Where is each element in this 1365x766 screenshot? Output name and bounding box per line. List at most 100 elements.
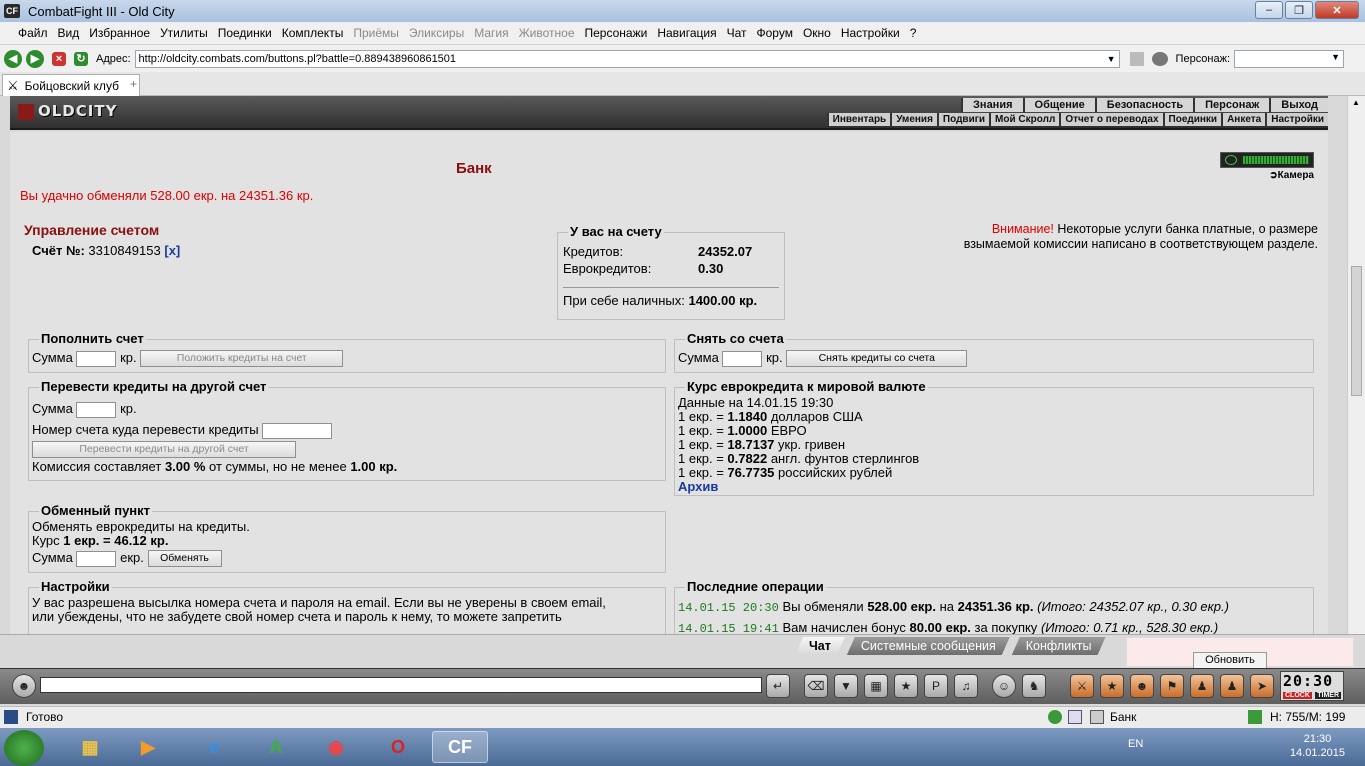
top-link[interactable]: Знания [961, 98, 1023, 112]
menu-item[interactable]: Настройки [841, 26, 900, 40]
opera-icon[interactable]: O [370, 731, 426, 763]
window-controls: – ❐ ✕ [1255, 1, 1359, 19]
tray-clock[interactable]: 21:30 14.01.2015 [1290, 732, 1345, 760]
menu-item[interactable]: Файл [18, 26, 48, 40]
sub-link[interactable]: Настройки [1265, 113, 1328, 126]
status-doc-icon[interactable] [1090, 710, 1104, 724]
scroll-up-icon[interactable]: ▲ [1352, 98, 1360, 107]
refresh-icon[interactable]: ↻ [74, 51, 88, 66]
account-close-link[interactable]: [x] [164, 243, 180, 258]
pl-icon[interactable]: P [924, 674, 948, 698]
bag-icon[interactable]: ★ [1100, 674, 1124, 698]
map-icon[interactable]: ⚑ [1160, 674, 1184, 698]
top-link[interactable]: Выход [1269, 98, 1328, 112]
transfer-sum-input[interactable] [76, 401, 117, 418]
chat-head-icon[interactable]: ☻ [12, 674, 36, 698]
status-refresh-icon[interactable] [1248, 710, 1262, 724]
chat-tab[interactable]: Системные сообщения [847, 637, 1010, 655]
menu-item[interactable]: Утилиты [160, 26, 208, 40]
a-app-icon[interactable]: A [248, 731, 304, 763]
save-icon[interactable]: ▦ [864, 674, 888, 698]
combatfight-icon[interactable]: CF [432, 731, 488, 763]
camera-widget[interactable]: ➲Камера [1220, 152, 1314, 181]
horse-icon[interactable]: ♞ [1022, 674, 1046, 698]
mask-icon[interactable]: ☻ [1130, 674, 1154, 698]
transfer-target-input[interactable] [262, 422, 333, 439]
transfer-button[interactable]: Перевести кредиты на другой счет [32, 441, 296, 459]
sub-link[interactable]: Отчет о переводах [1059, 113, 1163, 126]
music-icon[interactable]: ♫ [954, 674, 978, 698]
new-tab-button[interactable]: + [130, 77, 137, 91]
people-icon[interactable] [1151, 51, 1168, 66]
chrome-icon[interactable]: ◉ [308, 731, 364, 763]
top-link[interactable]: Безопасность [1094, 98, 1194, 112]
filter-icon[interactable]: ▼ [834, 674, 858, 698]
status-clock-icon[interactable] [1048, 710, 1062, 724]
start-button[interactable] [4, 730, 44, 766]
fighter-icon[interactable]: ★ [894, 674, 918, 698]
sub-link[interactable]: Подвиги [936, 113, 990, 126]
go-icon[interactable] [1129, 51, 1144, 66]
archive-link[interactable]: Архив [678, 480, 919, 494]
persona-select[interactable]: ▼ [1234, 49, 1345, 68]
top-link[interactable]: Общение [1022, 98, 1095, 112]
stop-icon[interactable]: × [52, 51, 66, 66]
exit-icon[interactable]: ➤ [1250, 674, 1274, 698]
game-clock: 20:30 CLOCK TIMER [1280, 671, 1344, 701]
withdraw-button[interactable]: Снять кредиты со счета [786, 350, 968, 367]
people-icon[interactable]: ♟ [1190, 674, 1214, 698]
tab-label: Бойцовский клуб [24, 78, 119, 93]
chevron-down-icon[interactable]: ▼ [1107, 51, 1116, 67]
close-button[interactable]: ✕ [1315, 1, 1359, 19]
sub-link[interactable]: Анкета [1221, 113, 1266, 126]
menu-item[interactable]: Навигация [657, 26, 716, 40]
explorer-icon[interactable]: ▦ [62, 731, 118, 763]
menu-item[interactable]: ? [910, 26, 917, 40]
chat-tab[interactable]: Чат [795, 637, 845, 655]
clock-label: CLOCK [1283, 692, 1312, 699]
tab-fight-club[interactable]: ⚔ Бойцовский клуб [2, 74, 140, 96]
chat-tab[interactable]: Конфликты [1012, 637, 1106, 655]
forward-icon[interactable]: ▶ [26, 49, 44, 68]
sub-link[interactable]: Умения [890, 113, 937, 126]
withdraw-sum-input[interactable] [722, 350, 763, 367]
smile-icon[interactable]: ☺ [992, 674, 1016, 698]
menu-item[interactable]: Поединки [218, 26, 272, 40]
back-icon[interactable]: ◀ [4, 49, 22, 68]
eurocredits-value: 0.30 [698, 261, 724, 276]
rate-row: 1 екр. = 1.1840 долларов США [678, 409, 863, 424]
exchange-button[interactable]: Обменять [147, 550, 222, 567]
menu-item[interactable]: Персонажи [585, 26, 648, 40]
menu-item[interactable]: Окно [803, 26, 831, 40]
arrow-icon: ➲ [1269, 170, 1278, 181]
maximize-button[interactable]: ❐ [1285, 1, 1313, 19]
status-page-icon[interactable] [1068, 710, 1082, 724]
top-link[interactable]: Персонаж [1193, 98, 1270, 112]
exchange-sum-input[interactable] [76, 550, 117, 567]
minimize-button[interactable]: – [1255, 1, 1283, 19]
language-indicator[interactable]: EN [1128, 738, 1143, 750]
enter-icon[interactable]: ↵ [766, 674, 790, 698]
chevron-down-icon[interactable]: ▼ [1331, 52, 1340, 62]
sub-link[interactable]: Мой Скролл [989, 113, 1060, 126]
address-input[interactable]: http://oldcity.combats.com/buttons.pl?ba… [134, 49, 1120, 68]
menu-item[interactable]: Форум [757, 26, 793, 40]
sub-link[interactable]: Инвентарь [826, 113, 891, 126]
deposit-sum-input[interactable] [76, 350, 117, 367]
fight-icon[interactable]: ⚔ [1070, 674, 1094, 698]
sub-link[interactable]: Поединки [1162, 113, 1222, 126]
chat-input[interactable] [40, 677, 762, 693]
media-player-icon[interactable]: ▶ [120, 731, 176, 763]
menu-item[interactable]: Комплекты [282, 26, 344, 40]
eraser-icon[interactable]: ⌫ [804, 674, 828, 698]
group-icon[interactable]: ♟ [1220, 674, 1244, 698]
ie-icon[interactable]: e [186, 731, 242, 763]
refresh-button[interactable]: Обновить [1193, 652, 1267, 669]
scroll-thumb[interactable] [1351, 266, 1362, 396]
menu-item[interactable]: Вид [58, 26, 80, 40]
menu-item[interactable]: Чат [727, 26, 747, 40]
page-scrollbar[interactable]: ▲ [1347, 96, 1365, 634]
deposit-button[interactable]: Положить кредиты на счет [140, 350, 344, 367]
transfer-box: Перевести кредиты на другой счет Сумма к… [28, 379, 666, 481]
menu-item[interactable]: Избранное [89, 26, 150, 40]
